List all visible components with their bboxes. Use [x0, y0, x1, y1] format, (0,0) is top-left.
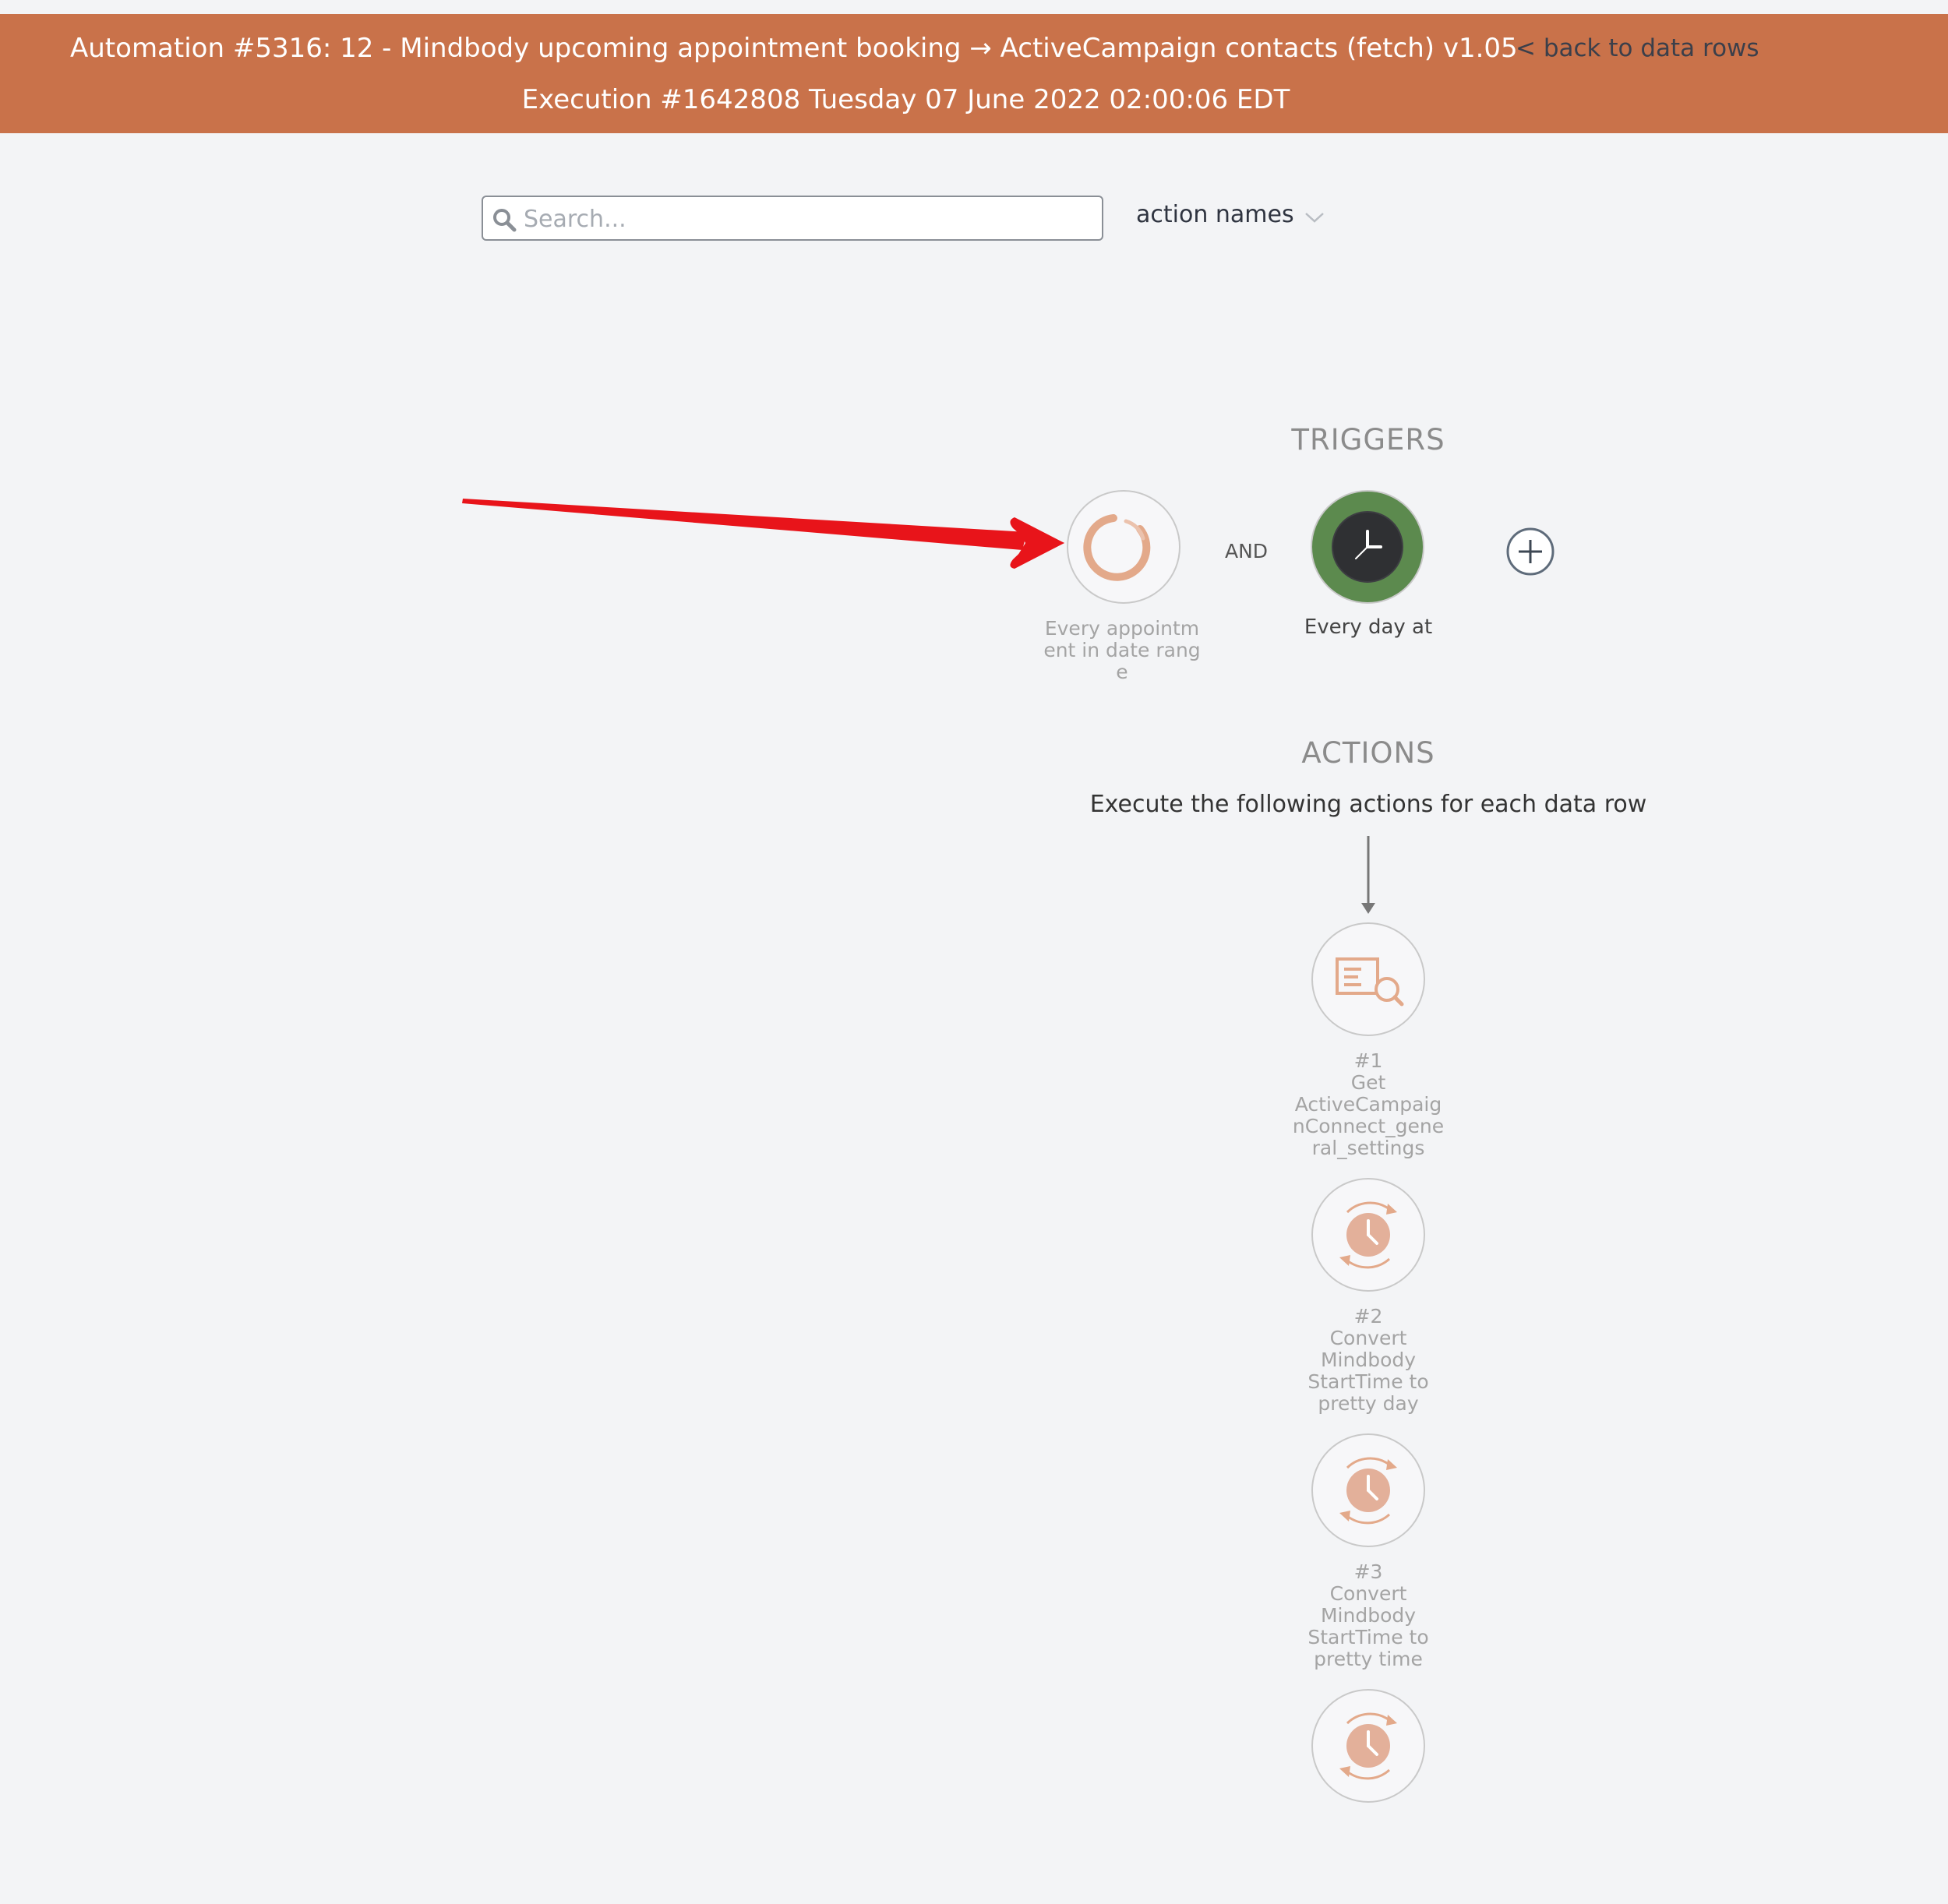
- trigger-connector: AND: [1225, 540, 1269, 562]
- search-box[interactable]: [482, 196, 1103, 241]
- search-input[interactable]: [522, 202, 1086, 236]
- action-node-4[interactable]: [1311, 1689, 1425, 1803]
- action-label-2: #2 Convert Mindbody StartTime to pretty …: [1307, 1305, 1429, 1415]
- actions-heading: ACTIONS: [1301, 736, 1435, 770]
- flow-arrow-down-icon: [1361, 836, 1375, 914]
- trigger-label-schedule: Every day at: [1304, 615, 1433, 639]
- automation-title: Automation #5316: 12 - Mindbody upcoming…: [70, 33, 1518, 64]
- mindbody-ring-icon: [1083, 514, 1151, 581]
- header-bar: Automation #5316: 12 - Mindbody upcoming…: [0, 14, 1948, 133]
- triggers-heading: TRIGGERS: [1291, 423, 1445, 457]
- annotation-arrow-icon: [462, 499, 1064, 569]
- top-strip: [0, 0, 1948, 14]
- execution-info: Execution #1642808 Tuesday 07 June 2022 …: [521, 84, 1290, 115]
- back-to-data-rows-link[interactable]: < back to data rows: [1516, 34, 1759, 62]
- search-icon: [493, 209, 517, 232]
- action-node-2[interactable]: [1311, 1178, 1425, 1292]
- trigger-node-schedule[interactable]: [1311, 490, 1424, 604]
- trigger-node-appointment[interactable]: [1067, 490, 1180, 604]
- trigger-label-appointment: Every appointment in date range: [1043, 617, 1201, 683]
- action-node-1[interactable]: [1311, 922, 1425, 1036]
- action-node-3[interactable]: [1311, 1433, 1425, 1547]
- view-mode-dropdown[interactable]: action names: [1136, 201, 1324, 238]
- time-convert-icon: [1339, 1712, 1397, 1780]
- time-convert-icon: [1339, 1457, 1397, 1525]
- document-search-icon: [1336, 957, 1404, 1007]
- clock-icon: [1332, 511, 1403, 583]
- dropdown-selected-label: action names: [1136, 201, 1294, 228]
- add-trigger-button[interactable]: [1506, 527, 1555, 576]
- chevron-down-icon: [1305, 213, 1324, 223]
- action-label-1: #1 Get ActiveCampaig nConnect_gene ral_s…: [1292, 1049, 1445, 1159]
- actions-description: Execute the following actions for each d…: [1089, 791, 1647, 818]
- time-convert-icon: [1339, 1201, 1397, 1269]
- action-label-3: #3 Convert Mindbody StartTime to pretty …: [1307, 1560, 1429, 1670]
